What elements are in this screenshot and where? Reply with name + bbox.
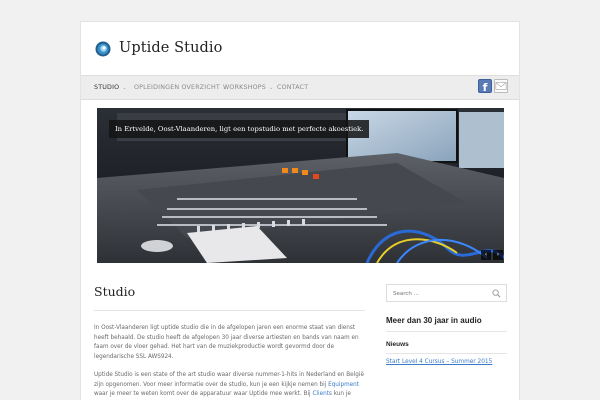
nav-item-studio[interactable]: STUDIO ⌄ — [94, 76, 127, 99]
page-container: Uptide Studio STUDIO ⌄ OPLEIDINGEN OVERZI… — [80, 21, 520, 400]
search-input[interactable] — [393, 288, 489, 299]
news-link[interactable]: Start Level 4 Cursus – Summer 2015 — [386, 359, 492, 365]
studio-paragraph: Uptide Studio is een state of the art st… — [94, 371, 366, 400]
chevron-down-icon: ⌄ — [268, 85, 274, 91]
nav-item-label: STUDIO — [94, 84, 120, 91]
slider-caption: In Ertvelde, Oost-Vlaanderen, ligt een t… — [109, 120, 370, 138]
clients-link[interactable]: Clients — [312, 391, 331, 397]
nav-item-workshops[interactable]: WORKSHOPS ⌄ — [223, 76, 273, 99]
widget-title: Meer dan 30 jaar in audio — [386, 316, 482, 325]
nav-item-label: CONTACT — [277, 84, 309, 91]
logo-icon[interactable] — [95, 41, 111, 57]
search-icon[interactable] — [492, 289, 501, 298]
facebook-icon[interactable]: f — [478, 79, 492, 94]
paragraph-text: Uptide Studio is een state of the art st… — [94, 372, 364, 388]
site-title[interactable]: Uptide Studio — [119, 40, 223, 56]
hero-slider[interactable]: In Ertvelde, Oost-Vlaanderen, ligt een t… — [97, 108, 504, 263]
nav-item-label: WORKSHOPS — [223, 84, 266, 91]
widget-divider — [386, 331, 507, 332]
nav-item-opleidingen[interactable]: OPLEIDINGEN OVERZICHT ⌄ — [134, 76, 227, 99]
chevron-down-icon: ⌄ — [122, 85, 127, 91]
search-box — [386, 284, 507, 302]
widget-divider — [386, 353, 507, 354]
title-divider — [94, 310, 365, 311]
site-header: Uptide Studio — [81, 22, 519, 75]
slider-next-button[interactable]: › — [493, 250, 503, 260]
page-title: Studio — [94, 284, 136, 299]
mail-icon[interactable] — [494, 79, 508, 93]
equipment-link[interactable]: Equipment — [328, 382, 359, 388]
paragraph-text: waar je meer te weten komt over de appar… — [94, 391, 313, 397]
nav-item-label: OPLEIDINGEN OVERZICHT — [134, 84, 220, 91]
news-widget-title: Nieuws — [386, 341, 409, 348]
intro-paragraph: In Oost-Vlaanderen ligt uptide studio di… — [94, 325, 359, 360]
nav-item-contact[interactable]: CONTACT — [277, 76, 308, 99]
main-nav: STUDIO ⌄ OPLEIDINGEN OVERZICHT ⌄ WORKSHOPS… — [81, 75, 519, 100]
slider-prev-button[interactable]: ‹ — [481, 250, 491, 260]
